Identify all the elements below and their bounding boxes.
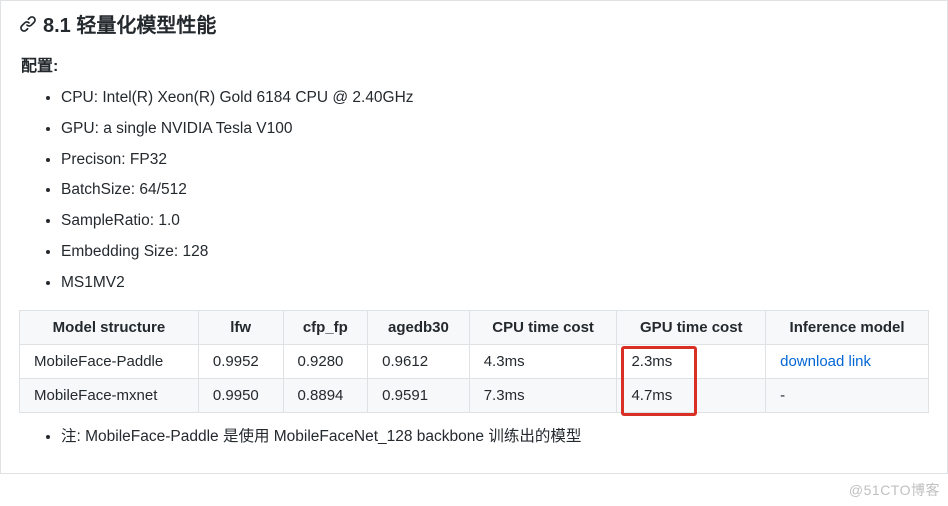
list-item: MS1MV2 [61,271,929,296]
cell-gpu: 4.7ms [617,378,766,412]
section-heading: 8.1 轻量化模型性能 [19,9,929,38]
col-lfw: lfw [198,310,283,344]
list-item: BatchSize: 64/512 [61,178,929,203]
performance-table: Model structure lfw cfp_fp agedb30 CPU t… [19,310,929,413]
col-cpu: CPU time cost [469,310,617,344]
cell-lfw: 0.9950 [198,378,283,412]
cell-cfp: 0.9280 [283,344,368,378]
col-agedb: agedb30 [368,310,470,344]
cell-inference: download link [766,344,929,378]
cell-inference: - [766,378,929,412]
list-item: SampleRatio: 1.0 [61,209,929,234]
cell-lfw: 0.9952 [198,344,283,378]
table-row: MobileFace-Paddle 0.9952 0.9280 0.9612 4… [20,344,929,378]
cell-cpu: 4.3ms [469,344,617,378]
cell-model: MobileFace-Paddle [20,344,199,378]
section-heading-text: 8.1 轻量化模型性能 [43,9,216,38]
download-link[interactable]: download link [780,353,871,370]
table-header-row: Model structure lfw cfp_fp agedb30 CPU t… [20,310,929,344]
list-item: GPU: a single NVIDIA Tesla V100 [61,117,929,142]
list-item: CPU: Intel(R) Xeon(R) Gold 6184 CPU @ 2.… [61,86,929,111]
cell-cfp: 0.8894 [283,378,368,412]
cell-model: MobileFace-mxnet [20,378,199,412]
list-item: Embedding Size: 128 [61,240,929,265]
config-list: CPU: Intel(R) Xeon(R) Gold 6184 CPU @ 2.… [19,86,929,296]
col-gpu: GPU time cost [617,310,766,344]
anchor-link-icon[interactable] [19,12,37,35]
cell-gpu: 2.3ms [617,344,766,378]
list-item: Precison: FP32 [61,148,929,173]
document-body: 8.1 轻量化模型性能 配置: CPU: Intel(R) Xeon(R) Go… [0,0,948,474]
note-item: 注: MobileFace-Paddle 是使用 MobileFaceNet_1… [61,425,929,450]
cell-agedb: 0.9612 [368,344,470,378]
config-label: 配置: [21,52,929,76]
note-list: 注: MobileFace-Paddle 是使用 MobileFaceNet_1… [19,425,929,450]
col-inference: Inference model [766,310,929,344]
cell-agedb: 0.9591 [368,378,470,412]
table-row: MobileFace-mxnet 0.9950 0.8894 0.9591 7.… [20,378,929,412]
col-model: Model structure [20,310,199,344]
col-cfp: cfp_fp [283,310,368,344]
cell-cpu: 7.3ms [469,378,617,412]
watermark-text: @51CTO博客 [849,480,940,500]
